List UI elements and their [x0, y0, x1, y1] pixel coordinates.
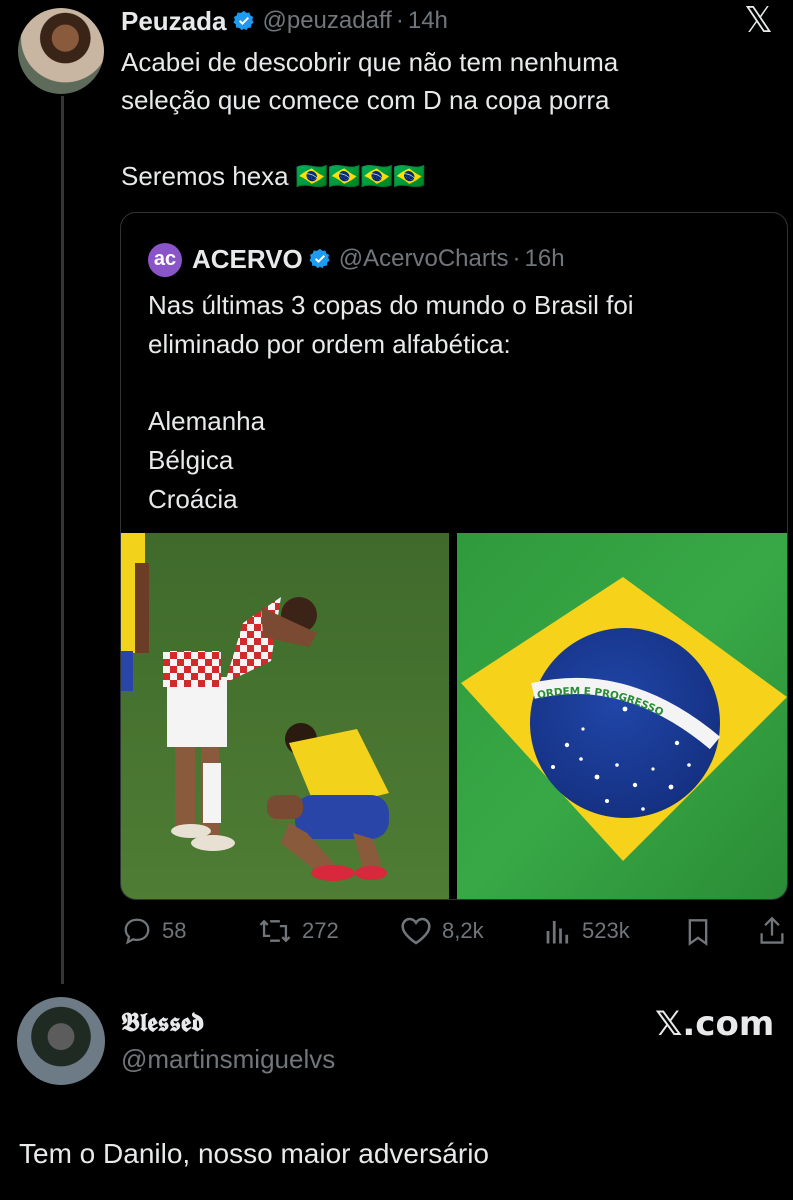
- author-avatar[interactable]: [18, 8, 104, 94]
- reply-text: Tem o Danilo, nosso maior adversário: [19, 1138, 489, 1169]
- quoted-separator: ·: [512, 245, 521, 272]
- list-item: Bélgica: [148, 445, 234, 475]
- retweet-count: 272: [302, 918, 339, 943]
- list-item: Alemanha: [148, 406, 266, 436]
- football-photo[interactable]: [121, 533, 449, 899]
- verified-badge-icon: [309, 248, 330, 269]
- author-handle[interactable]: @peuzadaff: [263, 7, 392, 35]
- views-button[interactable]: 523k: [544, 916, 630, 946]
- share-icon[interactable]: [758, 916, 786, 946]
- header-separator: ·: [395, 7, 404, 34]
- quoted-time[interactable]: 16h: [525, 245, 565, 273]
- reply-display-name[interactable]: 𝕭𝖑𝖊𝖘𝖘𝖊𝖉: [121, 1008, 204, 1039]
- quoted-text-line: eliminado por ordem alfabética:: [148, 329, 511, 359]
- quoted-tweet-card[interactable]: ac ACERVO @AcervoCharts · 16h Nas última…: [120, 212, 788, 900]
- brazil-flag-photo[interactable]: ORDEM E PROGRESSO: [457, 533, 787, 899]
- retweet-icon: [259, 919, 291, 943]
- quoted-avatar[interactable]: ac: [148, 243, 182, 277]
- reply-button[interactable]: 58: [122, 916, 186, 946]
- quoted-header: ACERVO @AcervoCharts · 16h: [192, 241, 565, 277]
- x-logo-icon[interactable]: 𝕏: [744, 0, 773, 41]
- tweet-text-line: seleção que comece com D na copa porra: [121, 85, 610, 115]
- author-display-name[interactable]: Peuzada: [121, 6, 227, 37]
- reply-author-avatar[interactable]: [17, 997, 105, 1085]
- thread-line: [61, 96, 64, 984]
- analytics-icon: [546, 921, 569, 944]
- like-button[interactable]: 8,2k: [400, 916, 484, 946]
- like-count: 8,2k: [442, 918, 484, 943]
- heart-icon: [401, 917, 431, 945]
- quoted-text-line: Nas últimas 3 copas do mundo o Brasil fo…: [148, 290, 634, 320]
- reply-handle[interactable]: @martinsmiguelvs: [121, 1044, 335, 1075]
- reply-count: 58: [162, 918, 187, 943]
- list-item: Croácia: [148, 484, 238, 514]
- retweet-button[interactable]: 272: [258, 916, 339, 946]
- x-com-watermark: 𝕏.com: [655, 1004, 775, 1044]
- verified-badge-icon: [232, 10, 254, 31]
- tweet-text: Acabei de descobrir que não tem nenhuma …: [121, 43, 771, 195]
- quoted-text: Nas últimas 3 copas do mundo o Brasil fo…: [148, 286, 768, 519]
- tweet-header: Peuzada @peuzadaff · 14h: [121, 4, 448, 38]
- views-count: 523k: [582, 918, 630, 943]
- tweet-text-line: Seremos hexa 🇧🇷🇧🇷🇧🇷🇧🇷: [121, 161, 426, 191]
- reply-icon: [124, 918, 150, 945]
- bookmark-icon[interactable]: [686, 918, 710, 946]
- quoted-handle[interactable]: @AcervoCharts: [339, 245, 509, 273]
- quoted-display-name[interactable]: ACERVO: [192, 244, 303, 275]
- tweet-time[interactable]: 14h: [408, 7, 448, 35]
- tweet-text-line: Acabei de descobrir que não tem nenhuma: [121, 47, 619, 77]
